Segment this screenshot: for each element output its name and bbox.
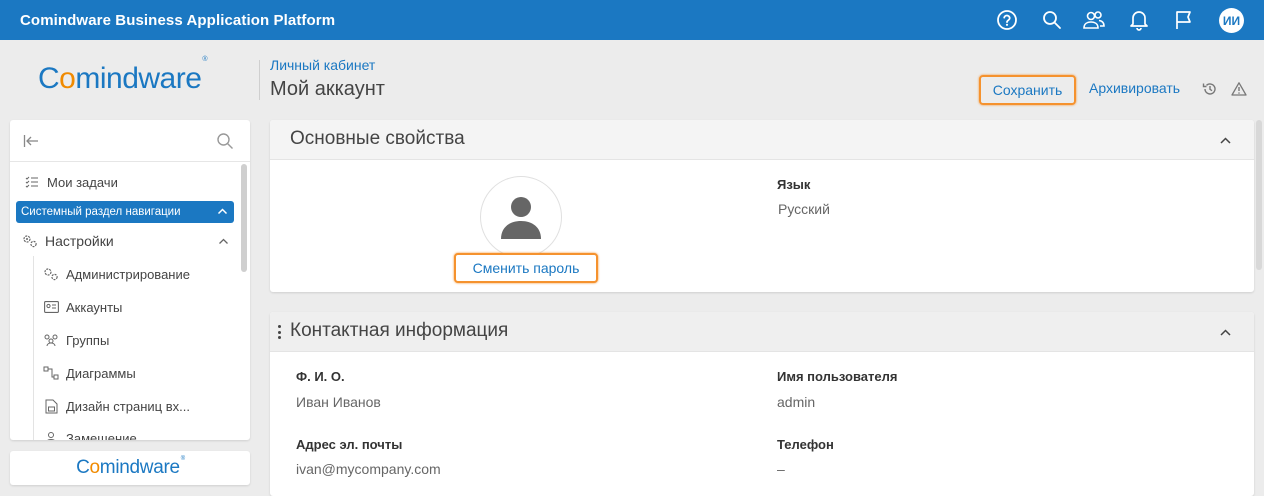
sidebar-scrollbar[interactable]: [241, 164, 247, 272]
navigation-sidebar: Мои задачи Системный раздел навигации На…: [10, 120, 250, 440]
tree-guide-line: [33, 256, 34, 440]
diagram-icon: [43, 365, 59, 381]
contact-info-panel: Контактная информация Ф. И. О. Иван Иван…: [270, 312, 1254, 496]
change-password-button[interactable]: Сменить пароль: [454, 253, 598, 283]
fio-value[interactable]: Иван Иванов: [296, 394, 381, 410]
save-button[interactable]: Сохранить: [979, 75, 1076, 105]
breadcrumb[interactable]: Личный кабинет: [270, 57, 375, 73]
sidebar-item-label: Администрирование: [66, 266, 190, 282]
bell-icon[interactable]: [1127, 8, 1151, 32]
history-icon[interactable]: [1201, 80, 1219, 98]
tasks-icon: [24, 174, 40, 190]
panel-header[interactable]: Контактная информация: [270, 312, 1254, 352]
archive-button[interactable]: Архивировать: [1089, 80, 1180, 96]
id-card-icon: [43, 299, 59, 315]
header-divider: [259, 60, 260, 100]
sidebar-item-label: Системный раздел навигации: [21, 206, 181, 218]
sidebar-item-system-navigation[interactable]: Системный раздел навигации: [16, 201, 234, 223]
language-label: Язык: [777, 177, 811, 192]
sidebar-item-my-tasks[interactable]: Мои задачи: [24, 174, 118, 190]
sidebar-logo[interactable]: Co mindware ®: [10, 451, 250, 485]
sidebar-item-label: Мои задачи: [47, 174, 118, 190]
fio-label: Ф. И. О.: [296, 369, 345, 384]
sidebar-toolbar: [10, 120, 250, 162]
help-icon[interactable]: [995, 8, 1019, 32]
sidebar-item-label: Дизайн страниц вх...: [66, 398, 190, 414]
sidebar-item-diagrams[interactable]: Диаграммы: [43, 365, 136, 381]
sidebar-item-label: Аккаунты: [66, 299, 123, 315]
company-logo[interactable]: Comindware®: [38, 56, 208, 96]
drag-handle-icon[interactable]: [278, 325, 282, 339]
chevron-up-icon[interactable]: [1219, 326, 1232, 344]
search-icon[interactable]: [1040, 8, 1064, 32]
sidebar-item-label: Группы: [66, 332, 110, 348]
sidebar-item-accounts[interactable]: Аккаунты: [43, 299, 122, 315]
flag-icon[interactable]: [1172, 8, 1196, 32]
chevron-up-icon[interactable]: [218, 234, 229, 252]
phone-label: Телефон: [777, 437, 834, 452]
main-properties-panel: Основные свойства Сменить пароль Язык Ру…: [270, 120, 1254, 292]
sidebar-item-page-design[interactable]: Дизайн страниц вх...: [43, 398, 190, 414]
email-value[interactable]: ivan@mycompany.com: [296, 461, 441, 477]
gears-icon: [43, 266, 59, 282]
sidebar-item-label: Замещение: [66, 430, 137, 441]
page-design-icon: [43, 398, 59, 414]
sidebar-item-groups[interactable]: Группы: [43, 332, 109, 348]
sidebar-item-settings[interactable]: Настройки: [22, 233, 114, 249]
sidebar-item-administration[interactable]: Администрирование: [43, 266, 190, 282]
sidebar-item-label: Настройки: [45, 233, 114, 249]
username-value[interactable]: admin: [777, 394, 815, 410]
warning-icon[interactable]: [1230, 80, 1248, 98]
sidebar-search-icon[interactable]: [216, 132, 234, 155]
substitution-icon: [43, 430, 59, 440]
phone-value[interactable]: –: [777, 461, 785, 477]
profile-photo[interactable]: [480, 176, 562, 258]
language-value[interactable]: Русский: [778, 201, 830, 217]
group-icon: [43, 332, 59, 348]
chevron-up-icon[interactable]: [217, 206, 228, 220]
settings-icon: [22, 233, 38, 249]
panel-header[interactable]: Основные свойства: [270, 120, 1254, 160]
main-scrollbar[interactable]: [1256, 120, 1262, 270]
user-avatar[interactable]: ИИ: [1219, 8, 1244, 33]
email-label: Адрес эл. почты: [296, 437, 403, 452]
panel-title: Основные свойства: [290, 128, 465, 149]
collapse-sidebar-icon[interactable]: [23, 133, 39, 154]
panel-title: Контактная информация: [290, 320, 509, 341]
page-title: Мой аккаунт: [270, 78, 385, 100]
chevron-up-icon[interactable]: [1219, 134, 1232, 152]
sidebar-item-substitution[interactable]: Замещение: [43, 430, 137, 440]
top-bar: Comindware Business Application Platform…: [0, 0, 1264, 40]
users-icon[interactable]: [1082, 8, 1106, 32]
app-title: Comindware Business Application Platform: [20, 12, 336, 29]
sidebar-item-label: Диаграммы: [66, 365, 136, 381]
username-label: Имя пользователя: [777, 369, 898, 384]
